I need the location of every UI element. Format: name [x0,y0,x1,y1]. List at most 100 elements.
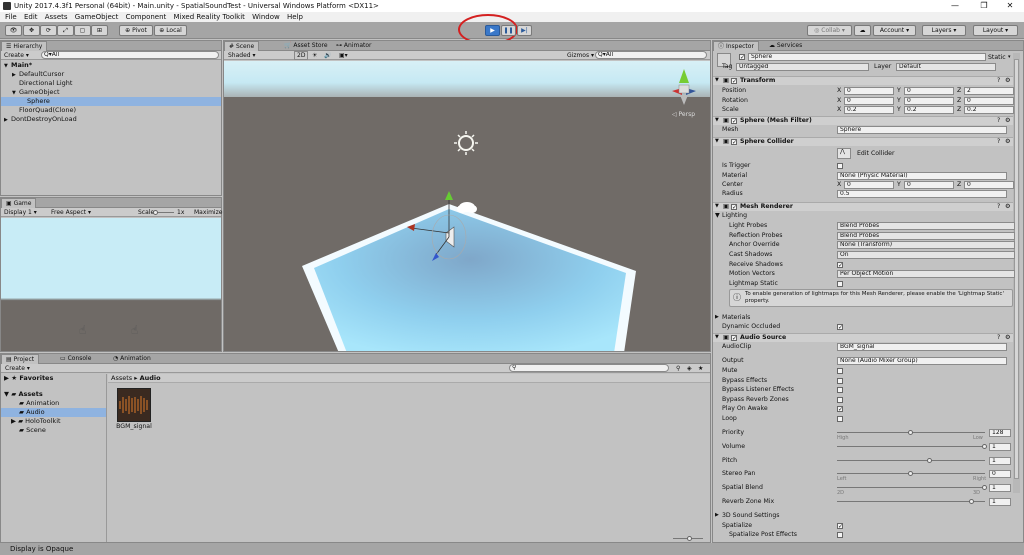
output-mixer-field[interactable]: None (Audio Mixer Group) [837,357,1007,365]
display-dropdown[interactable]: Display 1 ▾ [4,208,37,217]
favorite-star-icon[interactable]: ★ [698,364,703,373]
sphere-collider-gear-icon[interactable]: ⚙ [1005,137,1011,146]
audio-slider-value[interactable]: 1 [989,498,1011,506]
audio-source-foldout-icon[interactable]: ▼ [715,333,719,342]
audio-slider-value[interactable]: 128 [989,429,1011,437]
audio-toggle-checkbox[interactable]: ✓ [837,406,843,413]
maximize-button[interactable]: ❐ [970,0,998,12]
menu-mrtk[interactable]: Mixed Reality Toolkit [174,13,245,21]
project-create-button[interactable]: Create ▾ [5,364,30,373]
transform-tool-icon[interactable]: ⊞ [91,25,108,36]
mesh-filter-enable-checkbox[interactable]: ✓ [731,118,737,125]
audio-slider-knob[interactable] [908,471,913,477]
mesh-field[interactable]: Sphere [837,126,1007,134]
center-x-field[interactable]: 0 [844,181,894,189]
folder-row-scene[interactable]: ▰ Scene [1,426,106,435]
audio-source-help-icon[interactable]: ? [997,333,1000,342]
materials-foldout[interactable]: ▶ [715,313,719,322]
2d-toggle[interactable]: 2D [294,51,309,60]
favorites-row[interactable]: ▶ ★ Favorites [1,374,106,383]
object-name-input[interactable]: Sphere [748,53,986,61]
spatialize-checkbox[interactable]: ✓ [837,523,843,530]
active-checkbox[interactable]: ✓ [739,54,745,61]
menu-edit[interactable]: Edit [24,13,38,21]
pause-button[interactable]: ❚❚ [501,25,516,36]
transform-gear-icon[interactable]: ⚙ [1005,76,1011,85]
minimize-button[interactable]: — [941,0,969,12]
audio-slider-track[interactable] [837,459,985,461]
audio-toggle-checkbox[interactable] [837,396,843,403]
mesh-filter-help-icon[interactable]: ? [997,116,1000,125]
tab-project[interactable]: ▤ Project [1,354,40,364]
layer-dropdown[interactable]: Default [896,63,996,71]
tab-game[interactable]: ▣ Game [1,198,37,208]
projection-label[interactable]: ◁ Persp [672,111,695,118]
close-button[interactable]: ✕ [996,0,1024,12]
audio-slider-knob[interactable] [968,499,974,504]
receive-shadows-checkbox[interactable]: ✓ [837,262,843,269]
game-view[interactable]: ☝ ☝ [1,218,221,351]
tab-console[interactable]: ▭ Console [56,354,95,364]
audio-clip-field[interactable]: BGM_signal [837,343,1007,351]
audio-slider-value[interactable]: 0 [989,470,1011,479]
expand-arrow-icon[interactable]: ▼ [4,62,11,71]
audio-slider-knob[interactable] [908,430,913,435]
hierarchy-row[interactable]: ▼ GameObject [1,88,221,97]
transform-y-field[interactable]: 0 [904,96,954,105]
3d-sound-foldout[interactable]: ▶ [715,511,719,520]
renderer-dropdown[interactable]: Blend Probes [837,222,1015,230]
hierarchy-row[interactable]: ▶ DefaultCursor [1,70,221,79]
view-tool-icon[interactable]: 👁 [5,25,22,36]
tab-hierarchy[interactable]: ☰ Hierarchy [1,41,48,51]
transform-x-field[interactable]: 0.2 [844,106,894,114]
breadcrumb-assets[interactable]: Assets [111,374,132,382]
menu-file[interactable]: File [5,13,17,21]
transform-z-field[interactable]: 2 [964,87,1014,95]
dynamic-occluded-checkbox[interactable]: ✓ [837,324,843,331]
transform-foldout-icon[interactable]: ▼ [715,76,719,85]
audio-slider-track[interactable] [837,487,985,489]
menu-help[interactable]: Help [287,13,303,21]
tab-scene[interactable]: # Scene [224,41,260,51]
pivot-button[interactable]: ⊕ Pivot [119,25,153,36]
folder-row-animation[interactable]: ▰ Animation [1,399,106,408]
breadcrumb-audio[interactable]: Audio [140,374,161,382]
menu-gameobject[interactable]: GameObject [75,13,119,21]
mesh-filter-gear-icon[interactable]: ⚙ [1005,116,1011,125]
filter-label-icon[interactable]: ◈ [687,364,692,373]
layout-dropdown[interactable]: Layout ▾ [973,25,1018,36]
audio-toggle-checkbox[interactable] [837,377,843,384]
scrollbar-thumb[interactable] [1014,59,1019,479]
transform-help-icon[interactable]: ? [997,76,1000,85]
play-button[interactable]: ▶ [485,25,500,36]
gizmos-dropdown[interactable]: Gizmos ▾ [567,51,594,60]
filter-type-icon[interactable]: ⚲ [676,364,680,373]
audio-slider-track[interactable] [837,501,985,502]
audio-slider-track[interactable] [837,445,985,447]
tab-asset-store[interactable]: 🛒 Asset Store [280,41,332,51]
audio-slider-knob[interactable] [982,485,987,491]
tab-animator[interactable]: ⊶ Animator [332,41,376,51]
sphere-collider-enable-checkbox[interactable]: ✓ [731,139,737,146]
transform-x-field[interactable]: 0 [844,87,894,95]
audio-source-enable-checkbox[interactable]: ✓ [731,335,737,342]
audio-slider-knob[interactable] [927,457,933,463]
renderer-dropdown[interactable]: On [837,250,1015,259]
transform-y-field[interactable]: 0 [904,87,954,95]
layers-dropdown[interactable]: Layers ▾ [922,25,966,36]
spatialize-post-checkbox[interactable] [837,532,843,538]
physic-material-field[interactable]: None (Physic Material) [837,172,1007,180]
mesh-filter-foldout-icon[interactable]: ▼ [715,116,719,125]
hierarchy-create-button[interactable]: Create ▾ [4,51,29,60]
step-button[interactable]: ▶| [517,25,532,36]
expand-arrow-icon[interactable]: ▶ [4,116,11,125]
audio-slider-value[interactable]: 1 [989,442,1011,451]
static-dropdown-arrow[interactable]: ▾ [1008,53,1011,62]
transform-enable-checkbox[interactable]: ✓ [731,78,737,85]
scale-tool-icon[interactable]: ⤢ [57,25,74,36]
radius-field[interactable]: 0.5 [837,190,1007,198]
audio-toggle-checkbox[interactable] [837,368,843,374]
expand-arrow-icon[interactable]: ▼ [12,89,19,98]
folder-row-audio[interactable]: ▰ Audio [1,408,106,417]
audio-asset-thumbnail[interactable] [117,388,151,422]
